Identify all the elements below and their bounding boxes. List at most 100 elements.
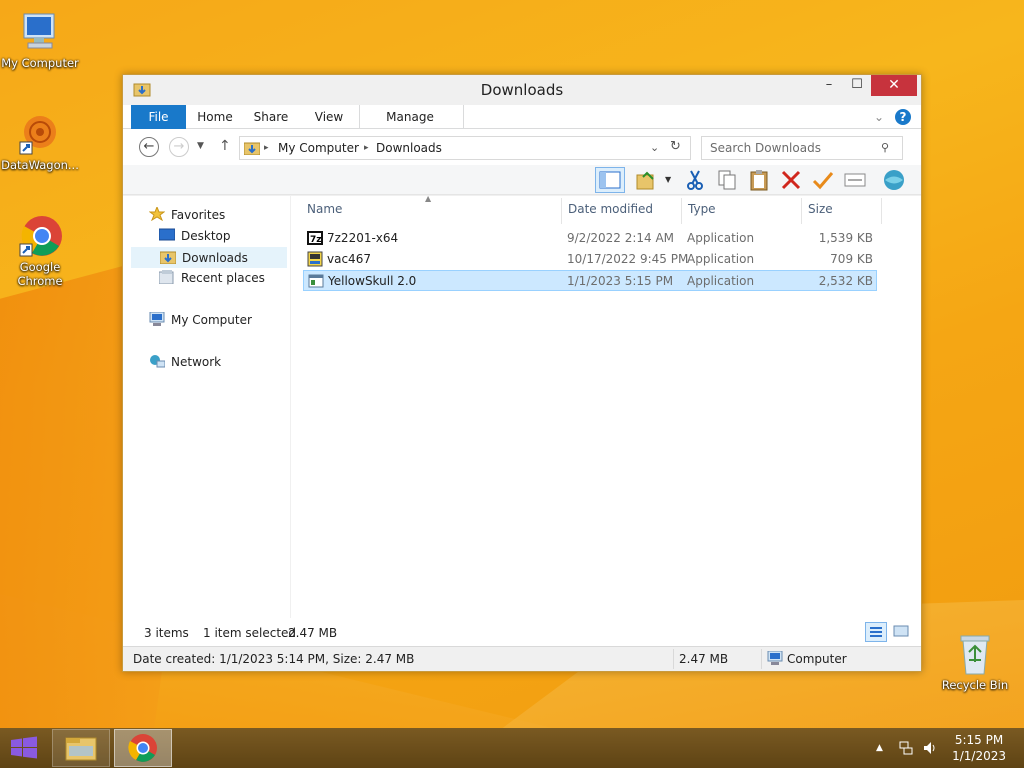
- nav-network[interactable]: Network: [149, 352, 221, 373]
- breadcrumb-downloads[interactable]: Downloads: [376, 141, 442, 155]
- folder-properties-icon[interactable]: [635, 169, 659, 191]
- up-arrow-icon[interactable]: ↑: [219, 138, 231, 154]
- chrome-icon: [128, 734, 157, 762]
- desktop-icon-label: My Computer: [1, 56, 79, 70]
- desktop-icon-my-computer[interactable]: My Computer: [0, 10, 80, 70]
- nav-desktop[interactable]: Desktop: [158, 226, 231, 247]
- breadcrumb-my-computer[interactable]: My Computer: [278, 141, 359, 155]
- file-size: 709 KB: [830, 252, 873, 266]
- minimize-button[interactable]: –: [815, 75, 843, 96]
- recycle-bin-icon: [953, 632, 997, 676]
- network-icon: [149, 354, 166, 368]
- file-name: 7z2201-x64: [327, 231, 399, 245]
- file-row-selected[interactable]: YellowSkull 2.0 1/1/2023 5:15 PM Applica…: [303, 270, 877, 291]
- back-button[interactable]: ←: [139, 137, 159, 157]
- volume-icon[interactable]: [922, 740, 938, 759]
- clock[interactable]: 5:15 PM 1/1/2023: [952, 732, 1006, 764]
- maximize-button[interactable]: ☐: [843, 75, 871, 96]
- close-button[interactable]: ✕: [871, 75, 917, 96]
- search-icon[interactable]: ⚲: [881, 141, 889, 154]
- details-bar: Date created: 1/1/2023 5:14 PM, Size: 2.…: [123, 646, 921, 671]
- show-hidden-icons-chevron-icon[interactable]: ▲: [876, 743, 883, 753]
- large-icons-view-button[interactable]: [891, 622, 913, 642]
- taskbar-chrome[interactable]: [114, 729, 172, 767]
- content-area: Favorites Desktop Downloads Recent place…: [123, 194, 921, 618]
- copy-icon[interactable]: [715, 169, 739, 191]
- selection-size: 2.47 MB: [288, 626, 338, 640]
- nav-my-computer[interactable]: My Computer: [149, 310, 252, 331]
- help-button[interactable]: ?: [895, 109, 911, 125]
- refresh-icon[interactable]: ↻: [670, 139, 681, 154]
- nav-recent-places[interactable]: Recent places: [158, 268, 265, 289]
- desktop-icon-label: Google Chrome: [17, 260, 63, 288]
- desktop-icon: [158, 228, 176, 242]
- taskbar: ▲ 5:15 PM 1/1/2023: [0, 728, 1024, 768]
- delete-icon[interactable]: [779, 169, 803, 191]
- address-row: ← → ▼ ↑ ▸ My Computer ▸ Downloads ⌄ ↻ Se…: [123, 129, 921, 165]
- desktop-icon-label: Recycle Bin: [941, 678, 1009, 692]
- details-view-button[interactable]: [865, 622, 887, 642]
- file-explorer-icon: [65, 737, 97, 761]
- file-name: YellowSkull 2.0: [328, 274, 417, 288]
- item-count: 3 items: [144, 626, 189, 640]
- file-row[interactable]: vac467 10/17/2022 9:45 PM Application 70…: [303, 249, 877, 270]
- column-name[interactable]: Name: [307, 202, 342, 222]
- recent-locations-chevron-icon[interactable]: ▼: [197, 141, 204, 151]
- details-view-icon: [870, 627, 882, 637]
- ribbon-tabs: File Home Share View Manage ⌄ ?: [123, 105, 921, 129]
- tab-manage[interactable]: Manage: [377, 105, 443, 129]
- desktop-icon-datawagon[interactable]: DataWagon...: [0, 112, 80, 172]
- nav-network-label: Network: [171, 355, 222, 369]
- address-bar[interactable]: ▸ My Computer ▸ Downloads ⌄ ↻: [239, 136, 691, 160]
- nav-favorites[interactable]: Favorites: [148, 205, 225, 226]
- dropdown-chevron-icon[interactable]: ▼: [665, 175, 671, 184]
- desktop-icon-google-chrome[interactable]: Google Chrome: [0, 214, 80, 288]
- application-icon: [308, 273, 324, 289]
- forward-button[interactable]: →: [169, 137, 189, 157]
- desktop-icon-label: DataWagon...: [1, 158, 79, 172]
- datawagon-icon: [18, 112, 62, 156]
- search-input[interactable]: Search Downloads: [701, 136, 903, 160]
- recent-places-icon: [158, 270, 175, 285]
- column-date-modified[interactable]: Date modified: [568, 202, 653, 222]
- globe-icon[interactable]: [881, 169, 907, 191]
- file-row[interactable]: 7z 7z2201-x64 9/2/2022 2:14 AM Applicati…: [303, 228, 877, 249]
- nav-downloads-label: Downloads: [182, 251, 248, 265]
- title-bar[interactable]: Downloads – ☐ ✕: [123, 75, 921, 105]
- downloads-folder-icon: [159, 250, 177, 265]
- properties-icon[interactable]: [843, 169, 867, 191]
- details-size: 2.47 MB: [679, 652, 729, 666]
- tab-share[interactable]: Share: [245, 105, 297, 129]
- clock-time: 5:15 PM: [954, 733, 1004, 747]
- column-size[interactable]: Size: [808, 202, 833, 222]
- folder-download-icon: [244, 142, 260, 155]
- network-status-icon[interactable]: [898, 740, 914, 759]
- svg-text:7z: 7z: [310, 235, 322, 245]
- address-dropdown-chevron-icon[interactable]: ⌄: [650, 141, 659, 154]
- tab-file[interactable]: File: [131, 105, 186, 129]
- start-button[interactable]: [0, 728, 48, 768]
- expand-ribbon-chevron-icon[interactable]: ⌄: [871, 105, 887, 129]
- taskbar-file-explorer[interactable]: [52, 729, 110, 767]
- file-size: 1,539 KB: [818, 231, 873, 245]
- preview-pane-button[interactable]: [595, 167, 625, 193]
- nav-recent-places-label: Recent places: [181, 271, 265, 285]
- desktop-icon-recycle-bin[interactable]: Recycle Bin: [935, 632, 1015, 692]
- tab-home[interactable]: Home: [189, 105, 241, 129]
- paste-icon[interactable]: [747, 169, 771, 191]
- breadcrumb-chevron-icon: ▸: [264, 143, 269, 153]
- star-icon: [148, 205, 166, 222]
- navigation-pane: Favorites Desktop Downloads Recent place…: [123, 196, 291, 618]
- windows-logo-icon: [11, 736, 37, 759]
- tab-view[interactable]: View: [303, 105, 355, 129]
- chrome-icon: [18, 214, 62, 258]
- 7zip-app-icon: 7z: [307, 230, 323, 246]
- rename-checkmark-icon[interactable]: [811, 169, 835, 191]
- selection-count: 1 item selected: [203, 626, 297, 640]
- nav-downloads[interactable]: Downloads: [131, 247, 287, 268]
- cut-icon[interactable]: [683, 169, 707, 191]
- column-type[interactable]: Type: [688, 202, 716, 222]
- breadcrumb-chevron-icon: ▸: [364, 143, 369, 153]
- installer-app-icon: [307, 251, 323, 267]
- details-location: Computer: [787, 652, 847, 666]
